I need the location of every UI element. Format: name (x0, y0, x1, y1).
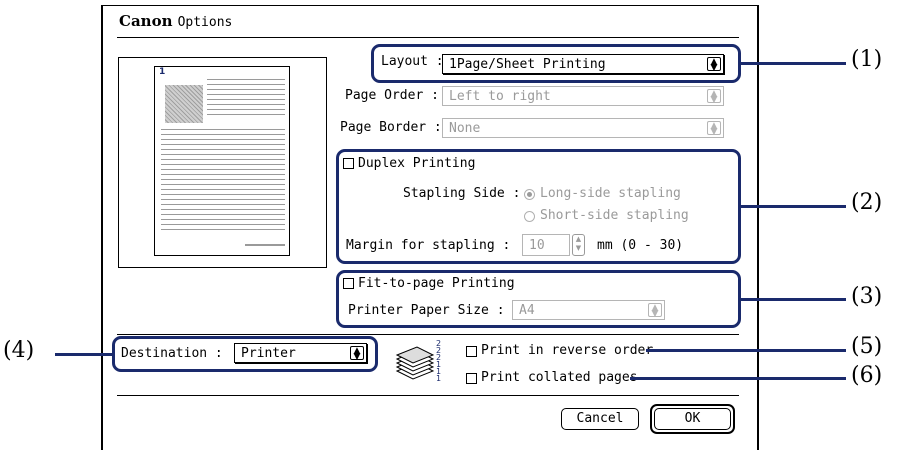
ok-button[interactable]: OK (654, 408, 731, 430)
callout-marker-1: (1) (851, 47, 883, 72)
window-title-text: Options (177, 15, 233, 30)
page-order-label: Page Order : (345, 88, 439, 103)
callout-box-3 (336, 270, 741, 328)
reverse-order-label[interactable]: Print in reverse order (481, 343, 653, 358)
callout-box-2 (336, 149, 741, 264)
callout-marker-3: (3) (851, 284, 883, 309)
callout-marker-6: (6) (851, 363, 883, 388)
preview-page: 1 (154, 66, 290, 256)
collated-label[interactable]: Print collated pages (481, 370, 638, 385)
callout-leader-4 (55, 353, 112, 356)
callout-leader-1 (741, 62, 846, 65)
page-border-label: Page Border : (340, 120, 442, 135)
cancel-button[interactable]: Cancel (561, 408, 639, 430)
callout-leader-6 (630, 377, 846, 380)
callout-leader-3 (741, 298, 846, 301)
popup-arrows-icon: ▲ ▼ (707, 89, 721, 105)
popup-arrows-icon: ▲ ▼ (707, 121, 721, 137)
callout-marker-2: (2) (851, 190, 883, 215)
collated-checkbox[interactable] (466, 373, 477, 384)
button-divider (117, 395, 739, 396)
callout-marker-5: (5) (851, 334, 883, 359)
canon-logo: Canon (119, 12, 173, 30)
page-border-value: None (449, 121, 481, 136)
callout-leader-5 (646, 349, 846, 352)
page-order-value: Left to right (449, 89, 551, 104)
stack-order-numbers: 2 2 2 1 1 1 (436, 339, 442, 383)
preview-text-lines (155, 67, 291, 257)
title-divider (117, 37, 739, 38)
window-title: Canon Options (119, 11, 232, 30)
callout-box-1 (371, 44, 741, 83)
page-border-popup[interactable]: None ▲ ▼ (442, 118, 724, 138)
callout-leader-2 (741, 205, 846, 208)
callout-marker-4: (4) (3, 338, 35, 363)
reverse-order-checkbox[interactable] (466, 346, 477, 357)
page-order-popup[interactable]: Left to right ▲ ▼ (442, 86, 724, 106)
callout-box-4 (112, 336, 378, 372)
section-divider (117, 334, 739, 335)
